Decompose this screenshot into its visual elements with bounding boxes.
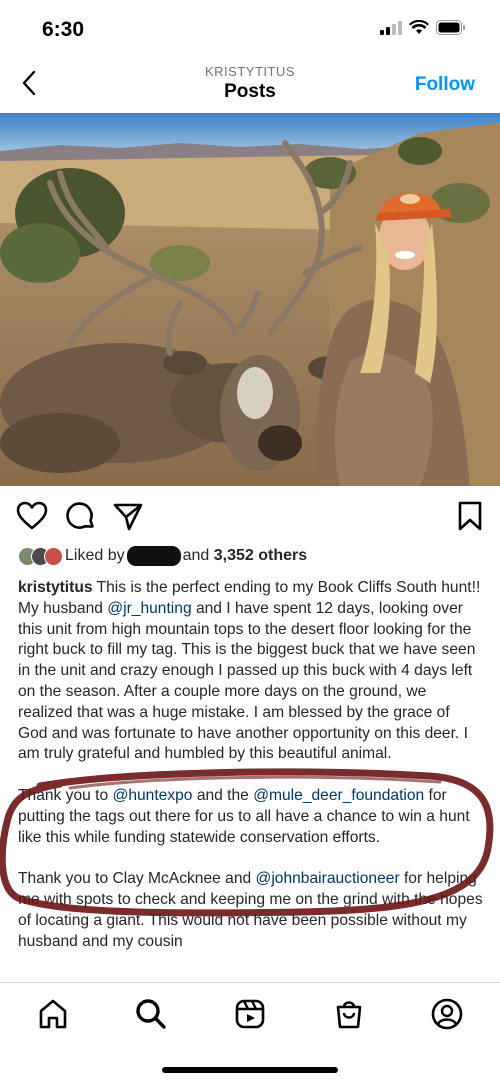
caption-text: and the: [192, 786, 254, 804]
status-time: 6:30: [42, 18, 85, 41]
wifi-icon: [409, 20, 429, 34]
heart-icon: [16, 501, 48, 530]
avatar: [44, 546, 63, 566]
post-actions: [0, 500, 500, 536]
nav-shop[interactable]: [332, 997, 366, 1031]
comment-button[interactable]: [64, 500, 96, 532]
posts-header: KRISTYTITUS Posts Follow: [0, 60, 500, 110]
bottom-nav: [0, 982, 500, 1083]
caption-text: Thank you to: [18, 786, 113, 804]
reels-icon: [235, 999, 265, 1029]
status-bar: 6:30: [0, 0, 500, 60]
bookmark-icon: [458, 501, 482, 531]
caption-text: Thank you to Clay McAcknee and: [18, 870, 256, 888]
caption-paragraph: Thank you to @huntexpo and the @mule_dee…: [18, 786, 483, 848]
redacted-username: [126, 546, 181, 566]
post-photo[interactable]: [0, 113, 500, 486]
caption-paragraph: Thank you to Clay McAcknee and @johnbair…: [18, 869, 483, 952]
mention-link[interactable]: @jr_hunting: [107, 600, 191, 617]
caption-text: and I have spent 12 days, looking over t…: [18, 599, 476, 763]
chevron-left-icon: [22, 70, 36, 96]
status-icons: [380, 20, 466, 35]
battery-icon: [436, 20, 465, 35]
follow-button[interactable]: Follow: [415, 74, 475, 96]
profile-icon: [431, 998, 463, 1030]
mention-link[interactable]: @mule_deer_foundation: [253, 787, 424, 804]
liker-avatars: [18, 546, 63, 566]
caption-username[interactable]: kristytitus: [18, 579, 93, 596]
back-button[interactable]: [14, 68, 44, 98]
home-icon: [39, 999, 67, 1029]
liked-by-label: Liked by: [65, 547, 125, 564]
caption-viewport: kristytitus This is the perfect ending t…: [0, 578, 500, 982]
likes-and-label: and: [182, 547, 210, 564]
nav-home[interactable]: [36, 997, 70, 1031]
shopping-bag-icon: [336, 1001, 362, 1029]
nav-search[interactable]: [134, 997, 168, 1031]
mention-link[interactable]: @johnbairauctioneer: [256, 870, 400, 887]
comment-icon: [66, 502, 94, 529]
share-button[interactable]: [112, 500, 144, 532]
save-button[interactable]: [454, 500, 486, 532]
send-icon: [113, 503, 143, 531]
like-button[interactable]: [16, 500, 48, 532]
cellular-signal-icon: [380, 20, 402, 35]
likes-summary[interactable]: Liked by and 3,352 others: [18, 543, 307, 569]
caption-paragraph: kristytitus This is the perfect ending t…: [18, 578, 483, 765]
mention-link[interactable]: @huntexpo: [112, 787, 192, 804]
post-caption: kristytitus This is the perfect ending t…: [18, 578, 483, 973]
likes-count[interactable]: 3,352 others: [214, 547, 307, 565]
home-indicator: [162, 1067, 338, 1073]
nav-reels[interactable]: [233, 997, 267, 1031]
nav-profile[interactable]: [430, 997, 464, 1031]
hunting-photo-illustration: [0, 113, 500, 486]
search-icon: [136, 999, 166, 1029]
